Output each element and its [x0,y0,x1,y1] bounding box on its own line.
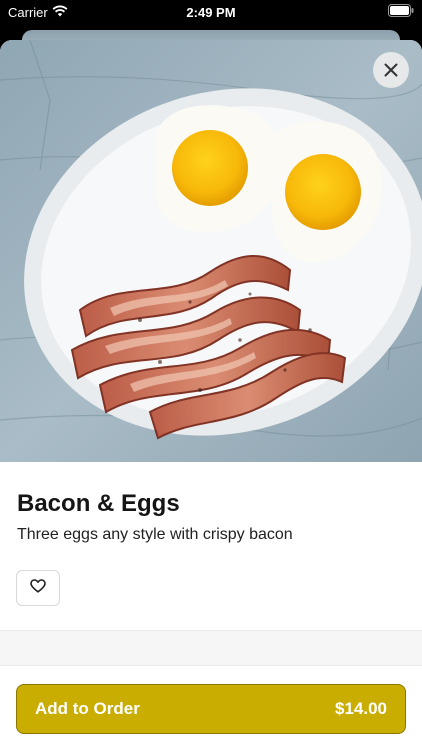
bottom-action-bar: Add to Order $14.00 [0,666,422,750]
carrier-label: Carrier [8,4,48,20]
item-photo [0,40,422,462]
item-description: Three eggs any style with crispy bacon [17,526,293,543]
item-detail-sheet: Bacon & Eggs Three eggs any style with c… [0,40,422,750]
add-to-order-label: Add to Order [35,699,140,718]
item-title: Bacon & Eggs [17,490,180,517]
wifi-icon [52,5,68,20]
add-to-order-button[interactable]: Add to Order $14.00 [16,684,406,734]
section-divider [0,630,422,666]
status-left: Carrier [8,5,148,20]
status-bar: Carrier 2:49 PM [0,0,422,24]
food-illustration [0,40,422,462]
price-label: $14.00 [335,699,387,718]
close-button[interactable] [373,52,409,88]
close-icon [384,63,398,77]
status-time: 2:49 PM [186,4,236,20]
favorite-button[interactable] [16,570,60,606]
heart-icon [30,578,46,598]
status-right [274,4,414,20]
battery-icon [388,4,414,20]
